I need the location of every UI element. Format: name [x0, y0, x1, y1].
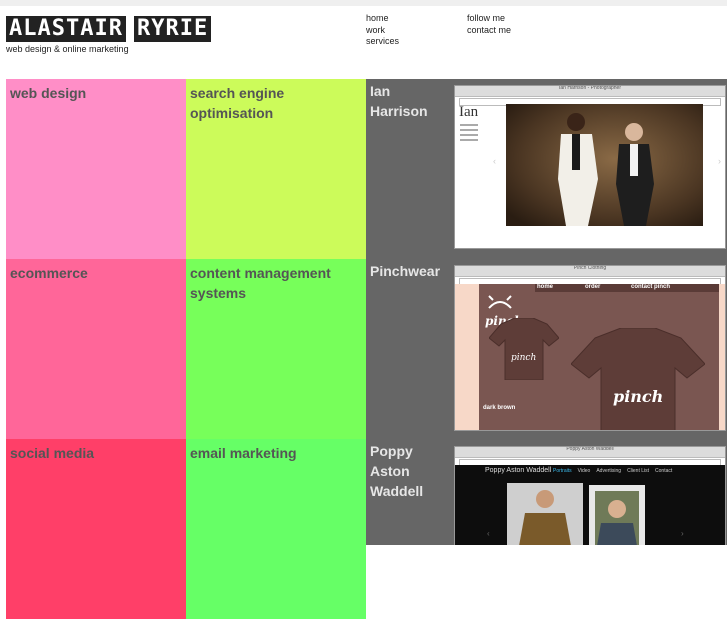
svg-text:pinch: pinch: [511, 353, 536, 363]
carousel-prev-icon[interactable]: ‹: [493, 156, 496, 166]
service-title: social media: [10, 445, 95, 461]
poppy-nav: Portraits Video Advertising Client List …: [553, 468, 672, 474]
service-tile-web-design[interactable]: web design: [6, 79, 186, 259]
service-tile-cms[interactable]: content management systems: [186, 259, 366, 439]
browser-titlebar: Poppy Aston Waddell: [455, 447, 725, 458]
project-title: Poppy Aston Waddell: [370, 443, 424, 499]
secondary-nav: follow me contact me: [467, 13, 511, 36]
shot-menu: [460, 124, 478, 144]
photo-two-men-image: [506, 104, 703, 226]
poppy-nav-video[interactable]: Video: [578, 468, 591, 474]
project-screenshot-pinchwear[interactable]: Pinch Clothing home order contact pinch …: [454, 265, 726, 431]
nav-link-work[interactable]: work: [366, 25, 399, 37]
browser-titlebar: Ian Harrison - Photographer: [455, 86, 725, 97]
browser-titlebar: Pinch Clothing: [455, 266, 725, 277]
nav-link-services[interactable]: services: [366, 36, 399, 48]
service-title: search engine optimisation: [190, 85, 285, 121]
svg-text:pinch: pinch: [613, 387, 663, 406]
project-tile-poppy[interactable]: Poppy Aston Waddell: [366, 439, 454, 545]
gallery-next-icon[interactable]: ›: [681, 529, 684, 538]
nav-link-home[interactable]: home: [366, 13, 399, 25]
poppy-nav-contact[interactable]: Contact: [655, 468, 672, 474]
project-title: Pinchwear: [370, 263, 441, 279]
project-tile-ian-harrison[interactable]: Ian Harrison: [366, 79, 454, 259]
logo-word-alastair: ALASTAIR: [6, 16, 126, 42]
poppy-logo: Poppy Aston Waddell: [485, 467, 552, 474]
site-logo[interactable]: ALASTAIR RYRIE: [6, 16, 212, 42]
nav-link-contact-me[interactable]: contact me: [467, 25, 511, 37]
service-title: email marketing: [190, 445, 297, 461]
tshirt-small-image: pinch: [489, 318, 559, 380]
pinch-caption: dark brown: [483, 405, 516, 411]
pinch-nav-order[interactable]: order: [585, 284, 600, 290]
project-screenshot-poppy[interactable]: Poppy Aston Waddell Poppy Aston Waddell …: [454, 446, 726, 545]
shot-logo: Ian: [459, 104, 479, 120]
pinch-nav-home[interactable]: home: [537, 284, 553, 290]
project-tile-pinchwear[interactable]: Pinchwear: [366, 259, 454, 439]
carousel-next-icon[interactable]: ›: [718, 156, 721, 166]
service-tile-seo[interactable]: search engine optimisation: [186, 79, 366, 259]
pinch-nav-contact[interactable]: contact pinch: [631, 284, 670, 290]
main-nav: home work services: [366, 13, 399, 48]
service-title: web design: [10, 85, 87, 101]
poppy-nav-advertising[interactable]: Advertising: [596, 468, 621, 474]
pinch-content: home order contact pinch pinch pinch pin…: [479, 284, 719, 430]
poppy-nav-client-list[interactable]: Client List: [627, 468, 649, 474]
pinch-nav-bar: [535, 284, 719, 292]
service-title: ecommerce: [10, 265, 88, 281]
crab-logo-icon: [488, 295, 512, 309]
poppy-page: Poppy Aston Waddell Portraits Video Adve…: [455, 465, 725, 545]
gallery-prev-icon[interactable]: ‹: [487, 529, 490, 538]
tagline: web design & online marketing: [6, 44, 129, 54]
project-screenshot-ian-harrison[interactable]: Ian Harrison - Photographer Ian ‹ ›: [454, 85, 726, 249]
service-tile-ecommerce[interactable]: ecommerce: [6, 259, 186, 439]
nav-link-follow-me[interactable]: follow me: [467, 13, 511, 25]
top-strip: [0, 0, 727, 6]
portrait-photo-1-image: [507, 483, 583, 545]
work-grid: web design search engine optimisation ec…: [6, 79, 727, 619]
project-title: Ian Harrison: [370, 83, 428, 119]
portrait-photo-2-image: [589, 485, 645, 545]
poppy-nav-portraits[interactable]: Portraits: [553, 468, 572, 474]
tshirt-large-image: pinch: [571, 328, 705, 430]
logo-word-ryrie: RYRIE: [133, 16, 212, 42]
service-title: content management systems: [190, 265, 331, 301]
service-tile-social-media[interactable]: social media: [6, 439, 186, 619]
service-tile-email-marketing[interactable]: email marketing: [186, 439, 366, 619]
